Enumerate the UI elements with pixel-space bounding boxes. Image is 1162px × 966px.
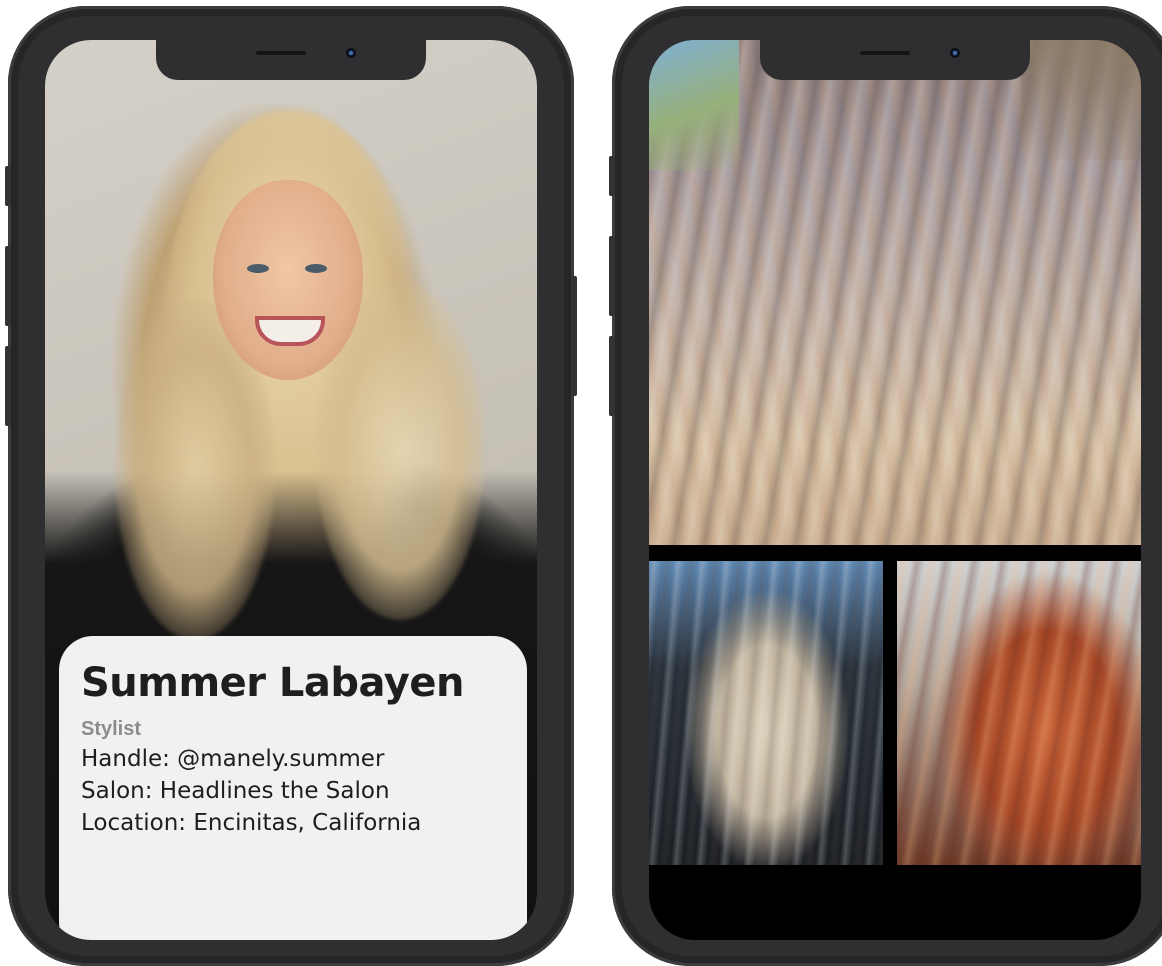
- stylist-name: Summer Labayen: [81, 660, 464, 706]
- phone-profile: Summer Labayen Stylist Handle: @manely.s…: [5, 6, 577, 966]
- volume-up-button: [5, 246, 11, 326]
- volume-down-button: [609, 336, 615, 416]
- notch: [156, 40, 426, 80]
- front-camera-icon: [950, 48, 960, 58]
- gallery-photo-balayage-waves[interactable]: [649, 40, 1141, 545]
- stylist-salon: Salon: Headlines the Salon: [81, 778, 390, 804]
- notch: [760, 40, 1030, 80]
- mute-switch: [5, 166, 11, 206]
- profile-card: Summer Labayen Stylist Handle: @manely.s…: [59, 636, 527, 940]
- stylist-face: [213, 180, 363, 380]
- gallery-footer: [649, 865, 1141, 940]
- gallery-screen: [649, 40, 1141, 940]
- speaker-grille: [256, 51, 306, 55]
- mute-switch: [609, 156, 615, 196]
- front-camera-icon: [346, 48, 356, 58]
- profile-screen: Summer Labayen Stylist Handle: @manely.s…: [45, 40, 537, 940]
- stylist-role: Stylist: [81, 718, 142, 740]
- gallery-photo-copper-waves[interactable]: [897, 561, 1141, 865]
- stylist-handle[interactable]: Handle: @manely.summer: [81, 743, 505, 775]
- speaker-grille: [860, 51, 910, 55]
- stylist-location: Location: Encinitas, California: [81, 810, 422, 836]
- power-button: [571, 276, 577, 396]
- phone-gallery: [609, 6, 1162, 966]
- volume-up-button: [609, 236, 615, 316]
- gallery-photo-blonde-balayage[interactable]: [649, 561, 883, 865]
- volume-down-button: [5, 346, 11, 426]
